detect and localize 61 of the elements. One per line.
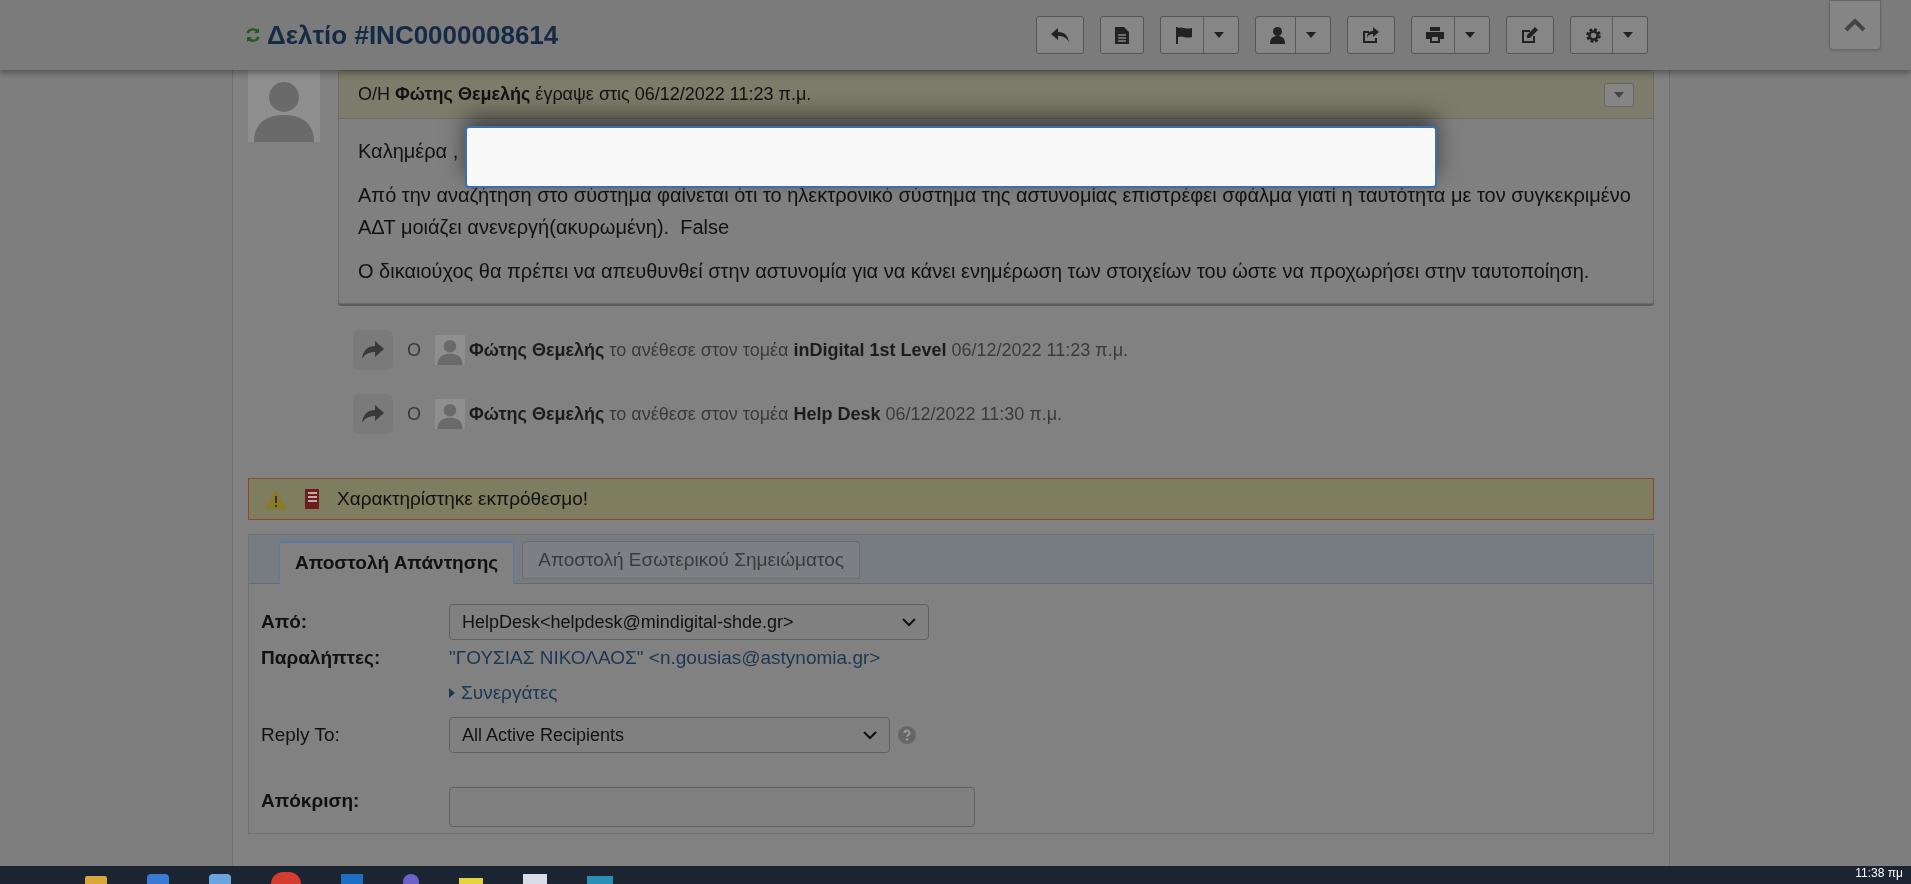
caret-right-icon — [449, 687, 455, 698]
event-text: Φώτης Θεμελής το ανέθεσε στον τομέα Help Desk 06/12/2022 11:30 π.μ. — [469, 402, 1063, 426]
share-icon — [1362, 26, 1380, 44]
assign-event-icon — [353, 394, 393, 434]
collaborators-toggle[interactable]: Συνεργάτες — [449, 678, 558, 707]
clock-text: 11:38 πμ — [1855, 866, 1903, 880]
refresh-icon[interactable] — [245, 27, 261, 43]
browser-icon[interactable] — [271, 872, 301, 884]
message-paragraph: Καλημέρα , — [358, 139, 459, 164]
person-icon — [1270, 26, 1285, 44]
print-button[interactable] — [1411, 16, 1490, 54]
message-paragraph: Ο δικαιούχος θα πρέπει να απευθυνθεί στην αστυνομία για να κάνει ενημέρωση των στοιχείων του ώστε να προχωρήσει στην ταυτοποίηση. — [358, 259, 1590, 284]
app-icon[interactable] — [147, 874, 169, 884]
field-label: Reply To: — [261, 722, 341, 747]
assign-button[interactable] — [1255, 16, 1331, 54]
flag-button[interactable] — [1160, 16, 1239, 54]
settings-icon — [1585, 26, 1602, 44]
caret-icon — [1306, 32, 1316, 38]
settings-button[interactable] — [1570, 16, 1648, 54]
user-avatar-icon — [435, 335, 465, 365]
event-prefix: Ο — [407, 402, 421, 426]
tab[interactable]: Αποστολή Απάντησης — [279, 541, 515, 584]
user-avatar-icon — [435, 399, 465, 429]
message-paragraph: Από την αναζήτηση στο σύστημα φαίνεται ότι το ηλεκτρονικό σύστημα της αστυνομίας επιστρέφει σφάλμα γιατί η ταυτότητα με τον συγκεκριμένο ΑΔΤ μοιάζει ανενεργή(ακυρωμένη). False — [358, 183, 1632, 240]
chevron-up-icon — [1844, 18, 1866, 32]
edit-button[interactable] — [1506, 16, 1554, 54]
warning-icon — [265, 489, 287, 509]
chevron-down-icon — [863, 730, 877, 740]
message-author-line: Ο/Η Φώτης Θεμελής έγραψε στις 06/12/2022 11:23 π.μ. — [358, 83, 812, 106]
recipient-link[interactable]: "ΓΟΥΣΙΑΣ ΝΙΚΟΛΑΟΣ" <n.gousias@astynomia.gr> — [449, 644, 881, 673]
book-icon — [303, 489, 321, 509]
reply-button[interactable] — [1036, 16, 1084, 54]
app-icon[interactable] — [403, 874, 419, 884]
scroll-top-button[interactable] — [1829, 0, 1881, 50]
app-icon[interactable] — [209, 874, 231, 884]
field-label: Παραλήπτες: — [261, 646, 382, 670]
message-menu-button[interactable] — [1604, 82, 1634, 107]
select-field[interactable] — [449, 787, 975, 827]
event-prefix: Ο — [407, 338, 421, 362]
field-label: Από: — [261, 609, 309, 634]
help-icon[interactable] — [898, 726, 916, 744]
caret-icon — [1614, 91, 1624, 98]
chevron-down-icon — [902, 617, 916, 627]
caret-icon — [1465, 32, 1475, 38]
field-label: Απόκριση: — [261, 789, 361, 813]
document-button[interactable] — [1100, 16, 1144, 54]
tab[interactable]: Αποστολή Εσωτερικού Σημειώματος — [522, 541, 860, 579]
ticket-title: Δελτίο #INC0000008614 — [267, 18, 559, 52]
share-button[interactable] — [1347, 16, 1395, 54]
assign-event-icon — [353, 330, 393, 370]
reply-icon — [1051, 27, 1069, 43]
flag-icon — [1175, 26, 1193, 44]
select-field[interactable]: HelpDesk<helpdesk@mindigital-shde.gr> — [449, 604, 929, 640]
printer-icon — [1426, 27, 1444, 43]
alert-text: Χαρακτηρίστηκε εκπρόθεσμο! — [337, 486, 589, 511]
caret-icon — [1214, 32, 1224, 38]
caret-icon — [1623, 32, 1633, 38]
edit-icon — [1521, 26, 1539, 44]
select-field[interactable]: All Active Recipients — [449, 717, 890, 753]
document-icon — [1115, 26, 1129, 44]
event-text: Φώτης Θεμελής το ανέθεσε στον τομέα inDigital 1st Level 06/12/2022 11:23 π.μ. — [469, 338, 1129, 362]
